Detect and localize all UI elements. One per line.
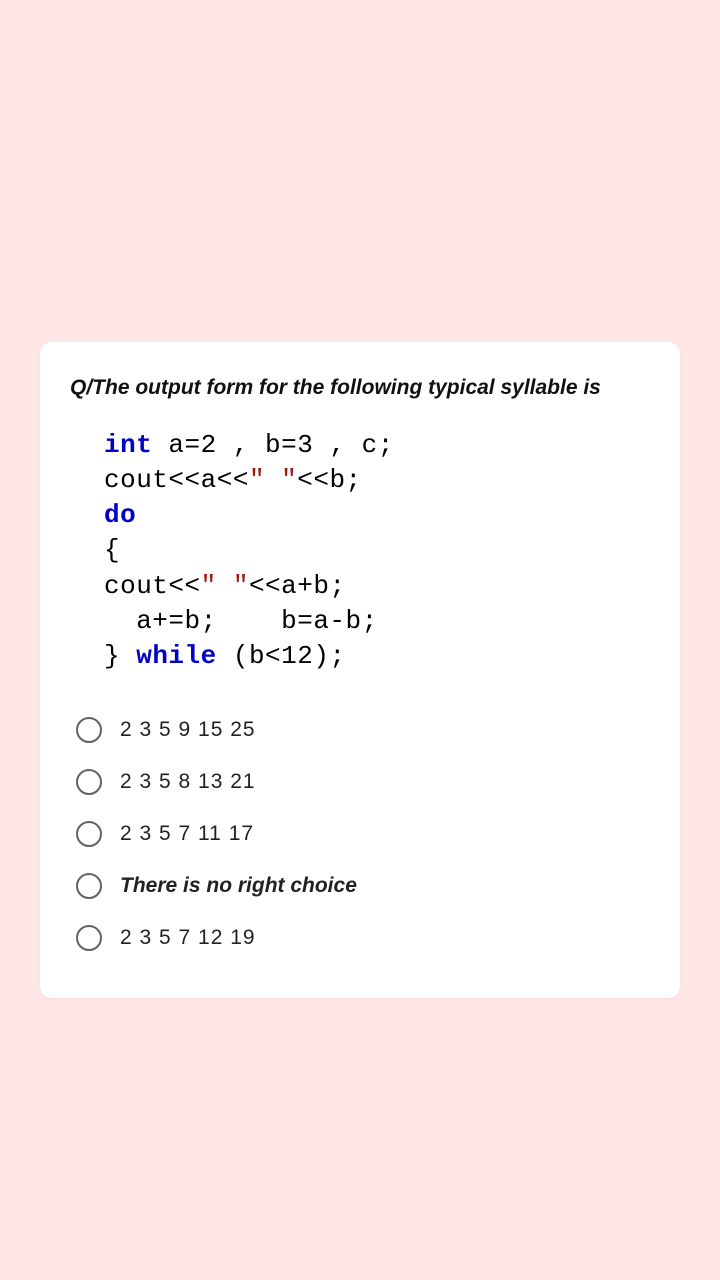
- radio-icon: [76, 821, 102, 847]
- option-label: 2 3 5 8 13 21: [120, 770, 256, 794]
- code-tok: cout<<a<<: [104, 465, 249, 495]
- code-tok: (b<12);: [217, 641, 346, 671]
- code-kw: do: [104, 500, 136, 530]
- radio-icon: [76, 717, 102, 743]
- question-text: Q/The output form for the following typi…: [70, 376, 650, 400]
- code-str: " ": [249, 465, 297, 495]
- code-kw: int: [104, 430, 152, 460]
- option-2[interactable]: 2 3 5 8 13 21: [70, 756, 650, 808]
- code-tok: {: [104, 535, 120, 565]
- option-label: 2 3 5 7 11 17: [120, 822, 254, 846]
- code-tok: a=2 , b=3 , c;: [152, 430, 394, 460]
- code-str: " ": [201, 571, 249, 601]
- option-1[interactable]: 2 3 5 9 15 25: [70, 704, 650, 756]
- radio-icon: [76, 769, 102, 795]
- option-5[interactable]: 2 3 5 7 12 19: [70, 912, 650, 964]
- option-label: There is no right choice: [120, 874, 357, 898]
- question-card: Q/The output form for the following typi…: [40, 342, 680, 998]
- option-4[interactable]: There is no right choice: [70, 860, 650, 912]
- option-label: 2 3 5 9 15 25: [120, 718, 256, 742]
- option-label: 2 3 5 7 12 19: [120, 926, 256, 950]
- code-tok: a+=b; b=a-b;: [104, 606, 378, 636]
- code-block: int a=2 , b=3 , c; cout<<a<<" "<<b; do {…: [104, 428, 650, 674]
- code-tok: <<b;: [297, 465, 361, 495]
- code-kw: while: [136, 641, 217, 671]
- code-tok: <<a+b;: [249, 571, 346, 601]
- option-3[interactable]: 2 3 5 7 11 17: [70, 808, 650, 860]
- code-tok: cout<<: [104, 571, 201, 601]
- options-list: 2 3 5 9 15 25 2 3 5 8 13 21 2 3 5 7 11 1…: [70, 704, 650, 964]
- radio-icon: [76, 873, 102, 899]
- radio-icon: [76, 925, 102, 951]
- code-tok: }: [104, 641, 136, 671]
